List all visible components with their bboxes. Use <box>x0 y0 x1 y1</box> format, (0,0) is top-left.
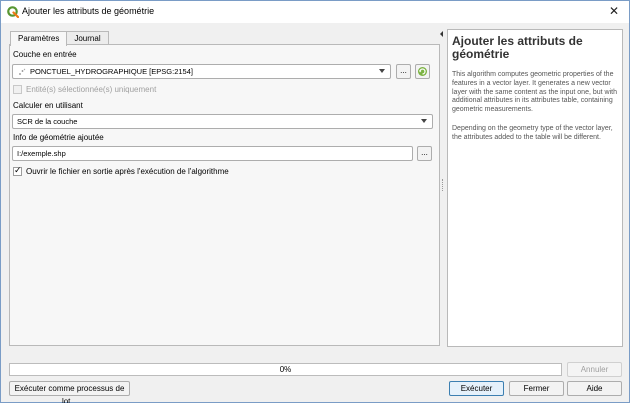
tab-parametres[interactable]: Paramètres <box>10 31 68 46</box>
calc-using-label: Calculer en utilisant <box>13 101 83 110</box>
collapse-arrow-icon[interactable] <box>440 31 443 37</box>
help-paragraph-2: Depending on the geometry type of the ve… <box>452 125 613 141</box>
selected-only-row[interactable]: Entité(s) sélectionnée(s) uniquement <box>13 85 156 94</box>
splitter-handle[interactable] <box>442 179 444 191</box>
title-bar: Ajouter les attributs de géométrie ✕ <box>1 1 629 23</box>
open-output-row[interactable]: Ouvrir le fichier en sortie après l'exéc… <box>13 165 229 176</box>
qgis-logo-icon <box>7 6 19 18</box>
output-label: Info de géométrie ajoutée <box>13 133 104 142</box>
selected-only-checkbox[interactable] <box>13 85 22 94</box>
open-output-label: Ouvrir le fichier en sortie après l'exéc… <box>26 167 229 176</box>
batch-process-button[interactable]: Exécuter comme processus de lot... <box>9 381 130 403</box>
selected-only-label: Entité(s) sélectionnée(s) uniquement <box>26 85 157 94</box>
close-icon[interactable]: ✕ <box>607 4 621 18</box>
calc-using-value: SCR de la couche <box>17 117 78 126</box>
chevron-down-icon <box>421 119 427 123</box>
tab-bar: Paramètres Journal <box>10 31 109 46</box>
input-layer-combo[interactable]: PONCTUEL_HYDROGRAPHIQUE [EPSG:2154] <box>12 64 391 79</box>
point-layer-icon <box>19 68 26 75</box>
input-layer-browse-button[interactable]: ... <box>396 64 411 79</box>
refresh-icon <box>418 67 427 76</box>
cancel-button[interactable]: Annuler <box>567 362 622 377</box>
tab-journal[interactable]: Journal <box>66 31 109 45</box>
open-output-checkbox[interactable] <box>13 165 22 176</box>
input-layer-label: Couche en entrée <box>13 50 77 59</box>
output-path-field[interactable]: I:/exemple.shp <box>12 146 413 161</box>
dialog-window: Ajouter les attributs de géométrie ✕ Par… <box>0 0 630 403</box>
help-title: Ajouter les attributs de géométrie <box>452 34 583 61</box>
output-path-value: I:/exemple.shp <box>17 149 66 158</box>
help-button[interactable]: Aide <box>567 381 622 396</box>
parameters-panel: Couche en entrée PONCTUEL_HYDROGRAPHIQUE… <box>9 44 440 346</box>
output-browse-button[interactable]: ... <box>417 146 432 161</box>
help-panel: Ajouter les attributs de géométrie This … <box>447 29 623 347</box>
progress-bar: 0% <box>9 363 562 376</box>
chevron-down-icon <box>379 69 385 73</box>
calc-using-combo[interactable]: SCR de la couche <box>12 114 433 129</box>
help-paragraph-1: This algorithm computes geometric proper… <box>452 71 617 114</box>
window-title: Ajouter les attributs de géométrie <box>22 6 155 16</box>
close-button[interactable]: Fermer <box>509 381 564 396</box>
iterate-features-button[interactable] <box>415 64 430 79</box>
input-layer-value: PONCTUEL_HYDROGRAPHIQUE [EPSG:2154] <box>30 67 193 76</box>
run-button[interactable]: Exécuter <box>449 381 504 396</box>
